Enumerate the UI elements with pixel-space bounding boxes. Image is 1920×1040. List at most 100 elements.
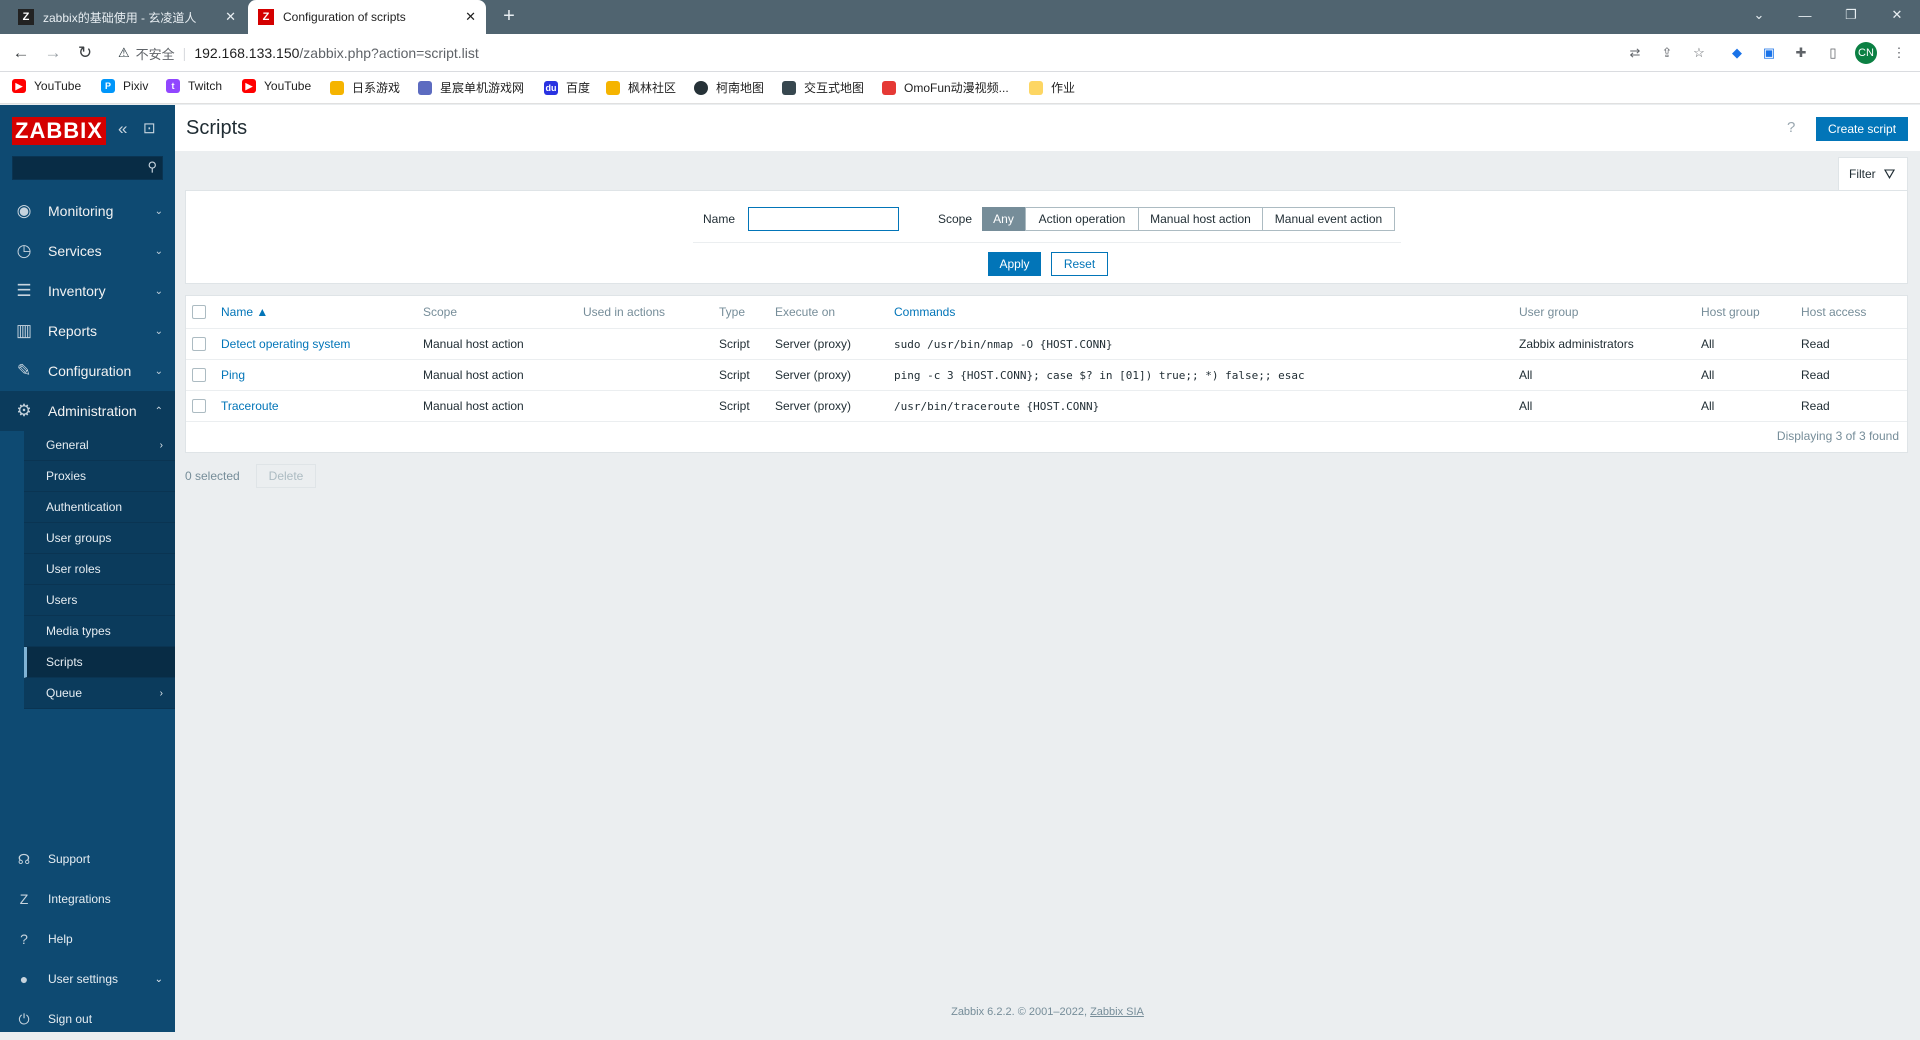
help-question-icon[interactable]: ? bbox=[1787, 119, 1795, 136]
scope-action-operation-option[interactable]: Action operation bbox=[1025, 207, 1139, 231]
apply-button[interactable]: Apply bbox=[988, 252, 1041, 276]
menu-configuration[interactable]: ✎ Configuration ⌄ bbox=[0, 351, 175, 391]
forward-arrow-icon[interactable]: → bbox=[42, 42, 64, 64]
submenu-label: Media types bbox=[46, 624, 111, 638]
folder-icon bbox=[330, 80, 344, 95]
column-host-access: Host access bbox=[1801, 305, 1867, 319]
script-name-link[interactable]: Traceroute bbox=[221, 391, 279, 422]
zabbix-z-icon: Z bbox=[19, 891, 29, 907]
filter-tab[interactable]: Filter ⛛ bbox=[1838, 157, 1908, 190]
browser-tab-zhihu[interactable]: Z zabbix的基础使用 - 玄凌道人 ✕ bbox=[8, 0, 246, 34]
extensions-puzzle-icon[interactable]: ✚ bbox=[1792, 44, 1810, 62]
script-name-link[interactable]: Ping bbox=[221, 360, 245, 391]
bookmark-youtube-2[interactable]: ▶ YouTube bbox=[242, 79, 311, 93]
zabbix-logo[interactable]: ZABBIX bbox=[12, 117, 106, 145]
extension-shield-icon[interactable]: ◆ bbox=[1728, 44, 1746, 62]
kebab-menu-icon[interactable]: ⋮ bbox=[1890, 44, 1908, 62]
sidebar-search-input[interactable]: ⚲ bbox=[12, 156, 163, 180]
address-bar-row: ← → ↻ ⚠ 不安全 | 192.168.133.150/zabbix.php… bbox=[0, 34, 1920, 72]
bookmark-forum[interactable]: 枫林社区 bbox=[606, 79, 676, 96]
chevron-right-icon: › bbox=[159, 687, 163, 699]
row-checkbox[interactable] bbox=[192, 399, 206, 413]
bar-chart-icon: ▥ bbox=[15, 321, 33, 340]
site-icon bbox=[882, 80, 896, 95]
bookmark-conan-map[interactable]: 柯南地图 bbox=[694, 79, 764, 96]
search-icon[interactable]: ⚲ bbox=[147, 159, 157, 175]
menu-inventory[interactable]: ☰ Inventory ⌄ bbox=[0, 271, 175, 311]
browser-tab-bar: Z zabbix的基础使用 - 玄凌道人 ✕ Z Configuration o… bbox=[0, 0, 1920, 34]
menu-label: Reports bbox=[48, 323, 98, 339]
row-checkbox[interactable] bbox=[192, 368, 206, 382]
bookmark-star-icon[interactable]: ☆ bbox=[1690, 44, 1708, 62]
column-name[interactable]: Name ▲ bbox=[221, 296, 268, 328]
submenu-authentication[interactable]: Authentication bbox=[24, 492, 175, 523]
submenu-users[interactable]: Users bbox=[24, 585, 175, 616]
column-commands[interactable]: Commands bbox=[894, 296, 955, 328]
menu-administration[interactable]: ⚙ Administration ⌃ bbox=[0, 391, 175, 431]
browser-tab-scripts[interactable]: Z Configuration of scripts ✕ bbox=[248, 0, 486, 34]
scope-manual-host-action-option[interactable]: Manual host action bbox=[1138, 207, 1263, 231]
close-icon[interactable]: ✕ bbox=[465, 9, 476, 25]
close-window-button[interactable]: ✕ bbox=[1874, 0, 1920, 30]
tab-search-icon[interactable]: ⌄ bbox=[1736, 0, 1782, 30]
submenu-proxies[interactable]: Proxies bbox=[24, 461, 175, 492]
new-tab-button[interactable]: + bbox=[497, 5, 521, 28]
script-name-link[interactable]: Detect operating system bbox=[221, 329, 350, 360]
scope-any-option[interactable]: Any bbox=[982, 207, 1025, 231]
collapse-sidebar-icon[interactable]: « bbox=[118, 119, 127, 139]
back-arrow-icon[interactable]: ← bbox=[10, 42, 32, 64]
bookmark-youtube[interactable]: ▶ YouTube bbox=[12, 79, 81, 93]
menu-reports[interactable]: ▥ Reports ⌄ bbox=[0, 311, 175, 351]
folder-icon bbox=[606, 80, 620, 95]
menu-integrations[interactable]: Z Integrations bbox=[0, 879, 175, 919]
select-all-checkbox[interactable] bbox=[192, 305, 206, 319]
submenu-user-roles[interactable]: User roles bbox=[24, 554, 175, 585]
bookmark-japanese-games[interactable]: 日系游戏 bbox=[330, 79, 400, 96]
extension-translate-icon[interactable]: ▣ bbox=[1760, 44, 1778, 62]
delete-button[interactable]: Delete bbox=[256, 464, 316, 488]
submenu-user-groups[interactable]: User groups bbox=[24, 523, 175, 554]
column-scope: Scope bbox=[423, 305, 458, 319]
menu-help[interactable]: ? Help bbox=[0, 919, 175, 959]
bookmark-pixiv[interactable]: P Pixiv bbox=[101, 79, 148, 93]
bookmark-homework[interactable]: 作业 bbox=[1029, 79, 1075, 96]
menu-label: Monitoring bbox=[48, 203, 114, 219]
side-panel-icon[interactable]: ▯ bbox=[1824, 44, 1842, 62]
table-footer-row bbox=[186, 421, 1907, 453]
restore-button[interactable]: ❐ bbox=[1828, 0, 1874, 30]
reset-button[interactable]: Reset bbox=[1051, 252, 1108, 276]
create-script-button[interactable]: Create script bbox=[1816, 117, 1909, 141]
kiosk-mode-icon[interactable]: ⊡ bbox=[143, 119, 156, 137]
menu-user-settings[interactable]: ● User settings ⌄ bbox=[0, 959, 175, 999]
submenu-general[interactable]: General › bbox=[24, 430, 175, 461]
bookmark-omofun[interactable]: OmoFun动漫视频... bbox=[882, 79, 1009, 96]
share-icon[interactable]: ⇪ bbox=[1658, 44, 1676, 62]
menu-sign-out[interactable]: ⏻ Sign out bbox=[0, 999, 175, 1039]
bookmark-baidu[interactable]: du 百度 bbox=[544, 79, 590, 96]
column-type: Type bbox=[719, 305, 746, 319]
zabbix-sia-link[interactable]: Zabbix SIA bbox=[1090, 1006, 1144, 1018]
warning-icon: ⚠ bbox=[118, 45, 130, 60]
wrench-icon: ✎ bbox=[16, 361, 32, 380]
minimize-button[interactable]: — bbox=[1782, 0, 1828, 30]
name-filter-input[interactable] bbox=[748, 207, 899, 231]
menu-monitoring[interactable]: ◉ Monitoring ⌄ bbox=[0, 191, 175, 231]
profile-avatar[interactable]: CN bbox=[1855, 42, 1877, 64]
menu-services[interactable]: ◷ Services ⌄ bbox=[0, 231, 175, 271]
translate-icon[interactable]: ⇄ bbox=[1626, 44, 1644, 62]
scope-label: Scope bbox=[938, 212, 973, 226]
submenu-queue[interactable]: Queue › bbox=[24, 678, 175, 709]
scope-manual-event-action-option[interactable]: Manual event action bbox=[1262, 207, 1395, 231]
row-checkbox[interactable] bbox=[192, 337, 206, 351]
bookmark-interactive-map[interactable]: 交互式地图 bbox=[782, 79, 864, 96]
omnibox[interactable]: ⚠ 不安全 | 192.168.133.150/zabbix.php?actio… bbox=[108, 38, 1700, 68]
submenu-label: Users bbox=[46, 593, 78, 607]
menu-support[interactable]: ☊ Support bbox=[0, 839, 175, 879]
submenu-scripts[interactable]: Scripts bbox=[24, 647, 175, 678]
submenu-label: User roles bbox=[46, 562, 101, 576]
bookmark-game-site[interactable]: 星宸单机游戏网 bbox=[418, 79, 524, 96]
bookmark-twitch[interactable]: t Twitch bbox=[166, 79, 222, 93]
reload-icon[interactable]: ↻ bbox=[74, 42, 96, 64]
close-icon[interactable]: ✕ bbox=[225, 9, 236, 25]
submenu-media-types[interactable]: Media types bbox=[24, 616, 175, 647]
